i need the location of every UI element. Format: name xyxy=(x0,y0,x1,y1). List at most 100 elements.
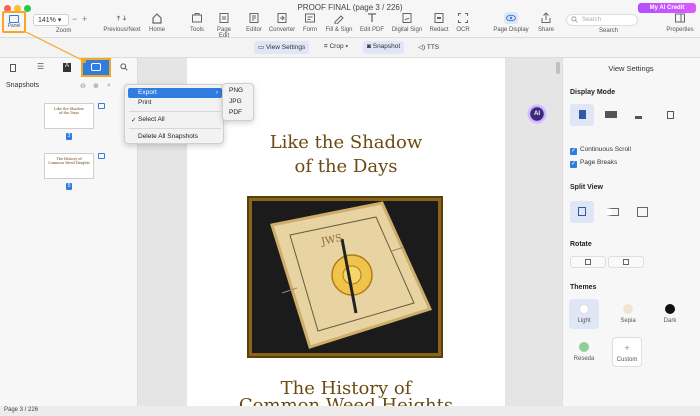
edit-pdf-button[interactable]: Edit PDF xyxy=(360,12,384,33)
share-label: Share xyxy=(537,27,554,33)
properties-button[interactable]: Properties xyxy=(665,12,695,33)
single-page-icon xyxy=(578,110,586,119)
arrow-up-down-icon xyxy=(116,12,128,24)
menu-export-label: Export xyxy=(138,89,157,96)
rotate-right-button[interactable] xyxy=(608,256,644,268)
continuous-scroll-checkbox[interactable]: ✓ Continuous Scroll xyxy=(570,146,631,155)
edit-pdf-label: Edit PDF xyxy=(360,27,385,33)
snapshot-thumbnail-1[interactable]: Like the Shadow of the Days xyxy=(44,103,94,129)
rotate-right-icon xyxy=(623,259,629,265)
export-pdf[interactable]: PDF xyxy=(229,109,242,116)
rotate-left-button[interactable] xyxy=(570,256,606,268)
snapshot-button[interactable]: ◙ Snapshot xyxy=(363,41,405,54)
text-edit-icon xyxy=(366,12,378,24)
form-icon xyxy=(304,12,316,24)
panel-button[interactable]: Panel xyxy=(2,11,26,33)
crop-button[interactable]: ⌗ Crop ▾ xyxy=(320,41,352,54)
export-png[interactable]: PNG xyxy=(229,87,243,94)
menu-select-all-label: Select All xyxy=(138,116,165,123)
page-breaks-label: Page Breaks xyxy=(580,159,618,166)
ocr-button[interactable]: OCR xyxy=(455,12,471,33)
menu-item-print[interactable]: Print xyxy=(128,98,222,108)
split-vertical-icon xyxy=(605,208,619,216)
doc-title-line2: of the Days xyxy=(294,156,398,177)
search-icon xyxy=(120,63,128,71)
zoom-out-icon[interactable]: − xyxy=(72,14,77,24)
doc-subtitle-line2: Common Weed Heights xyxy=(187,398,505,406)
theme-swatch-light xyxy=(579,304,589,314)
page-indicator: Page 3 / 226 xyxy=(4,407,39,413)
search-label: Search xyxy=(599,28,619,34)
prev-next-label: Previous/Next xyxy=(103,27,141,33)
fill-sign-label: Fill & Sign xyxy=(325,27,353,33)
digital-sign-label: Digital Sign xyxy=(391,27,423,33)
theme-reseda[interactable]: Reseda xyxy=(569,342,599,362)
doc-subtitle-line1: The History of xyxy=(280,378,412,399)
display-scroll-button[interactable] xyxy=(658,104,682,126)
home-icon xyxy=(151,12,163,24)
display-cover-button[interactable] xyxy=(628,104,652,126)
snapshot-zoom-in-icon[interactable]: ⊕ xyxy=(93,82,99,90)
converter-label: Converter xyxy=(268,27,296,33)
theme-light-label: Light xyxy=(577,318,591,324)
continuous-scroll-label: Continuous Scroll xyxy=(580,146,631,153)
menu-item-select-all[interactable]: ✓ Select All xyxy=(128,115,222,125)
editor-label: Editor xyxy=(246,27,262,33)
page-edit-icon xyxy=(218,12,230,24)
theme-swatch-sepia xyxy=(623,304,633,314)
snapshot-label: Snapshot xyxy=(372,43,401,50)
snapshot-thumbnail-2[interactable]: The History of Common Weed Heights xyxy=(44,153,94,179)
menu-item-export[interactable]: Export › xyxy=(128,88,222,98)
tts-button[interactable]: ◁) TTS xyxy=(414,41,443,54)
eye-icon xyxy=(504,12,518,24)
theme-sepia[interactable]: Sepia xyxy=(613,304,643,324)
sundial-image: JWS xyxy=(247,196,443,358)
checkbox-checked-icon: ✓ xyxy=(570,161,577,168)
split-none-button[interactable] xyxy=(570,201,594,223)
snapshot-open-icon[interactable] xyxy=(98,103,105,109)
theme-swatch-reseda xyxy=(579,342,589,352)
doc-title-line1: Like the Shadow xyxy=(269,132,423,153)
converter-button[interactable]: Converter xyxy=(268,12,296,33)
digital-sign-button[interactable]: Digital Sign xyxy=(390,12,424,33)
page-display-button[interactable]: Page Display xyxy=(492,12,530,33)
theme-custom[interactable]: + Custom xyxy=(612,337,642,367)
search-icon xyxy=(571,16,578,25)
tts-label: TTS xyxy=(426,44,440,51)
page-breaks-checkbox[interactable]: ✓ Page Breaks xyxy=(570,159,617,168)
theme-dark[interactable]: Dark xyxy=(655,304,685,324)
snapshot-zoom-out-icon[interactable]: ⊖ xyxy=(80,82,86,90)
zoom-select[interactable]: 141% ▾ xyxy=(33,14,69,26)
sidebar-title: Snapshots xyxy=(6,82,40,89)
form-button[interactable]: Form xyxy=(302,12,318,33)
display-single-page-button[interactable] xyxy=(570,104,594,126)
view-settings-button[interactable]: ▭ View Settings xyxy=(254,41,310,54)
export-jpg[interactable]: JPG xyxy=(229,98,242,105)
properties-label: Properties xyxy=(666,27,694,33)
snapshot-search-icon[interactable]: ⌕ xyxy=(107,82,111,90)
split-horizontal-button[interactable] xyxy=(630,201,654,223)
split-none-icon xyxy=(578,207,586,216)
view-settings-label: View Settings xyxy=(265,44,306,51)
home-button[interactable]: Home xyxy=(147,12,167,33)
converter-icon xyxy=(276,12,288,24)
zoom-in-icon[interactable]: + xyxy=(82,14,87,24)
page-edit-button[interactable]: Page Edit xyxy=(212,12,236,39)
split-vertical-button[interactable] xyxy=(600,201,624,223)
ai-assistant-button[interactable]: AI xyxy=(527,104,547,124)
editor-button[interactable]: Editor xyxy=(244,12,264,33)
theme-light[interactable]: Light xyxy=(569,299,599,329)
tab-search[interactable] xyxy=(112,60,138,75)
themes-heading: Themes xyxy=(570,284,597,291)
tab-page-thumbnails[interactable] xyxy=(0,60,26,75)
display-two-page-button[interactable] xyxy=(599,104,623,126)
redact-button[interactable]: Redact xyxy=(429,12,449,33)
vertical-scrollbar[interactable] xyxy=(556,62,560,74)
fill-sign-button[interactable]: Fill & Sign xyxy=(325,12,353,33)
tools-button[interactable]: Tools xyxy=(187,12,207,33)
tools-label: Tools xyxy=(189,27,204,33)
prev-next-button[interactable]: Previous/Next xyxy=(103,12,141,33)
snapshot-open-icon[interactable] xyxy=(98,153,105,159)
share-button[interactable]: Share xyxy=(536,12,556,33)
menu-item-delete-all[interactable]: Delete All Snapshots xyxy=(128,132,222,142)
